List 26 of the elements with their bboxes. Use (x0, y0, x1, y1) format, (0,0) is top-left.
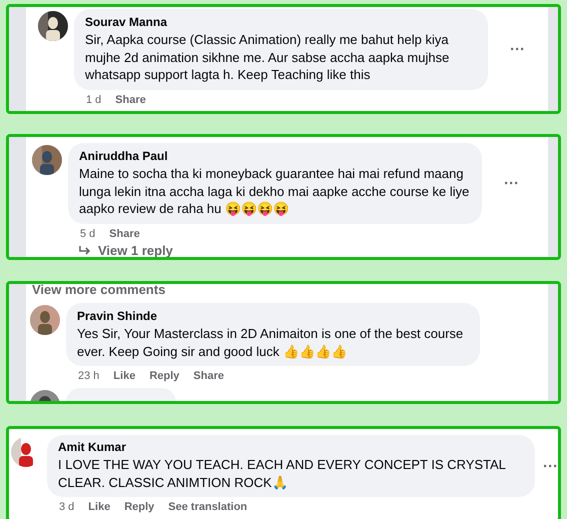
comment-time: 23 h (78, 370, 100, 382)
more-options-button[interactable]: ··· (510, 40, 525, 58)
comment-action-link[interactable]: Reply (149, 370, 180, 382)
commenter-name[interactable]: Amit Kumar (58, 440, 524, 454)
comment-time: 5 d (80, 228, 96, 240)
commenter-name[interactable]: Sourav Manna (85, 15, 477, 29)
comment-action-link[interactable]: Like (88, 501, 110, 513)
view-replies-link[interactable]: View 1 reply (78, 242, 548, 257)
comment-action-link[interactable]: Share (115, 94, 146, 106)
comment-action-link[interactable]: Reply (124, 501, 154, 513)
comment-text: Sir, Aapka course (Classic Animation) really me bahut help kiya mujhe 2d animation sikhne me. Aur sabse accha aapka mujhse whatsapp support lagta h. Keep Teaching like this (85, 31, 450, 84)
commenter-name[interactable]: Pravin Shinde (77, 309, 469, 323)
comment-time: 3 d (59, 501, 74, 513)
reply-arrow-icon (78, 244, 92, 256)
comment-time: 1 d (86, 94, 102, 106)
comment-text: I LOVE THE WAY YOU TEACH. EACH AND EVERY CONCEPT IS CRYSTAL CLEAR. CLASSIC ANIMTION ROCK🙏 (58, 456, 506, 491)
more-options-button[interactable]: ··· (543, 458, 558, 474)
comment-action-link[interactable]: See translation (168, 501, 248, 513)
view-more-comments-link[interactable]: View more comments (32, 284, 548, 297)
comment-text: Yes Sir, Your Masterclass in 2D Animaiton is one of the best course ever. Keep Going sir and good luck 👍👍👍👍 (77, 325, 464, 360)
comment-action-link[interactable]: Like (113, 370, 136, 382)
commenter-name[interactable]: Aniruddha Paul (79, 149, 471, 163)
comment-action-link[interactable]: Share (109, 228, 140, 240)
comment-text: Maine to socha tha ki moneyback guarantee hai mai refund maang lunga lekin itna accha laga ki dekho mai aapke acche course ke liye aapko review de raha hu 😝😝😝😝 (79, 165, 470, 218)
comment-action-link[interactable]: Share (193, 370, 224, 382)
more-options-button[interactable]: ··· (504, 174, 519, 192)
